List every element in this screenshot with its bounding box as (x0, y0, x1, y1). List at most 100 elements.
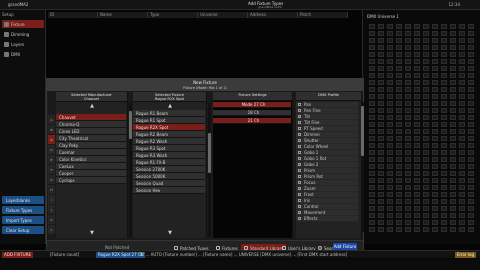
dmx-grid-cell[interactable] (423, 73, 429, 78)
manufacturer-item[interactable]: City Theatrical (56, 135, 126, 142)
dmx-grid-cell[interactable] (414, 164, 420, 169)
dmx-grid-cell[interactable] (387, 143, 393, 148)
dmx-grid-cell[interactable] (441, 87, 447, 92)
manufacturer-item[interactable]: Clay Paky (56, 142, 126, 149)
dmx-grid-cell[interactable] (423, 122, 429, 127)
scroll-thumb[interactable] (129, 111, 132, 139)
dmx-grid-cell[interactable] (450, 80, 456, 85)
fixture-type-item[interactable]: Rogue R2X Spot (133, 124, 205, 131)
dmx-grid-cell[interactable] (387, 213, 393, 218)
dmx-grid-cell[interactable] (441, 73, 447, 78)
dmx-grid-cell[interactable] (414, 150, 420, 155)
dmx-grid-cell[interactable] (387, 185, 393, 190)
dmx-grid-cell[interactable] (459, 157, 465, 162)
dmx-grid-cell[interactable] (468, 220, 474, 225)
dmx-grid-cell[interactable] (396, 59, 402, 64)
dmx-grid-cell[interactable] (396, 122, 402, 127)
dmx-grid-cell[interactable] (405, 220, 411, 225)
checkbox-icon[interactable] (298, 193, 301, 196)
dmx-grid-cell[interactable] (387, 52, 393, 57)
dmx-grid-cell[interactable] (405, 129, 411, 134)
dmx-grid-cell[interactable] (468, 192, 474, 197)
dmx-grid-cell[interactable] (405, 52, 411, 57)
dmx-grid-cell[interactable] (369, 52, 375, 57)
dmx-grid-cell[interactable] (369, 66, 375, 71)
dmx-grid-cell[interactable] (423, 150, 429, 155)
dmx-grid-cell[interactable] (432, 101, 438, 106)
checkbox-icon[interactable] (298, 139, 301, 142)
dmx-grid-cell[interactable] (405, 108, 411, 113)
dmx-grid-cell[interactable] (387, 87, 393, 92)
fixture-type-item[interactable]: Rogue R1 Spot (133, 117, 205, 124)
dmx-grid-cell[interactable] (450, 73, 456, 78)
dmx-grid-cell[interactable] (459, 101, 465, 106)
dmx-grid-cell[interactable] (441, 24, 447, 29)
dmx-grid-cell[interactable] (378, 227, 384, 232)
dmx-grid-cell[interactable] (405, 171, 411, 176)
dmx-grid-cell[interactable] (387, 108, 393, 113)
dmx-grid-cell[interactable] (432, 164, 438, 169)
dmx-grid-cell[interactable] (450, 157, 456, 162)
dmx-grid-cell[interactable] (387, 227, 393, 232)
dmx-grid-cell[interactable] (459, 199, 465, 204)
dmx-grid-cell[interactable] (450, 115, 456, 120)
dmx-grid-cell[interactable] (423, 59, 429, 64)
dmx-grid-cell[interactable] (441, 143, 447, 148)
dmx-grid-cell[interactable] (405, 59, 411, 64)
dmx-grid-cell[interactable] (414, 45, 420, 50)
dmx-grid-cell[interactable] (423, 52, 429, 57)
dmx-grid-cell[interactable] (450, 206, 456, 211)
letter-button[interactable]: C (48, 135, 55, 145)
dmx-grid-cell[interactable] (441, 31, 447, 36)
manufacturer-item[interactable]: Coemar (56, 149, 126, 156)
dmx-grid-cell[interactable] (423, 115, 429, 120)
dmx-grid-cell[interactable] (441, 213, 447, 218)
letter-button[interactable]: K (48, 215, 55, 225)
dmx-grid-cell[interactable] (468, 59, 474, 64)
dmx-grid-cell[interactable] (396, 24, 402, 29)
dmx-grid-cell[interactable] (468, 87, 474, 92)
dmx-grid-cell[interactable] (450, 136, 456, 141)
dmx-grid-cell[interactable] (414, 73, 420, 78)
dmx-grid-cell[interactable] (450, 220, 456, 225)
dmx-grid-cell[interactable] (387, 178, 393, 183)
dmx-grid-cell[interactable] (432, 143, 438, 148)
dmx-grid-cell[interactable] (450, 178, 456, 183)
dmx-grid-cell[interactable] (468, 38, 474, 43)
letter-button[interactable]: A (48, 115, 55, 125)
mode-item[interactable]: 21 Ch (213, 118, 291, 124)
dmx-grid-cell[interactable] (441, 150, 447, 155)
dmx-grid-cell[interactable] (450, 45, 456, 50)
dmx-grid-cell[interactable] (414, 213, 420, 218)
dmx-grid-cell[interactable] (468, 150, 474, 155)
dmx-grid-cell[interactable] (441, 171, 447, 176)
dmx-grid-cell[interactable] (414, 185, 420, 190)
dmx-grid-cell[interactable] (468, 143, 474, 148)
dmx-grid-cell[interactable] (396, 94, 402, 99)
fixture-type-item[interactable]: Session Hex (133, 187, 205, 194)
dmx-grid-cell[interactable] (423, 94, 429, 99)
dmx-grid-cell[interactable] (369, 220, 375, 225)
dmx-grid-cell[interactable] (369, 206, 375, 211)
dmx-grid-cell[interactable] (405, 80, 411, 85)
checkbox-icon[interactable] (298, 163, 301, 166)
fixture-type-item[interactable]: Rogue R1 Beam (133, 110, 205, 117)
fixture-types-button[interactable]: Fixture Types (2, 206, 44, 214)
dmx-grid-cell[interactable] (387, 220, 393, 225)
column-header[interactable]: ID (48, 12, 98, 18)
dmx-grid-cell[interactable] (378, 122, 384, 127)
dmx-grid-cell[interactable] (369, 115, 375, 120)
dmx-grid-cell[interactable] (432, 94, 438, 99)
dmx-grid-cell[interactable] (414, 66, 420, 71)
dmx-grid-cell[interactable] (441, 45, 447, 50)
dmx-grid-cell[interactable] (423, 164, 429, 169)
dmx-grid-cell[interactable] (414, 38, 420, 43)
mode-item[interactable]: 18 Ch (213, 110, 291, 116)
dmx-grid-cell[interactable] (450, 87, 456, 92)
dmx-grid-cell[interactable] (369, 178, 375, 183)
checkbox-icon[interactable] (298, 175, 301, 178)
dmx-grid-cell[interactable] (423, 171, 429, 176)
letter-button[interactable]: E (48, 155, 55, 165)
dmx-grid-cell[interactable] (432, 157, 438, 162)
dmx-grid-cell[interactable] (396, 66, 402, 71)
